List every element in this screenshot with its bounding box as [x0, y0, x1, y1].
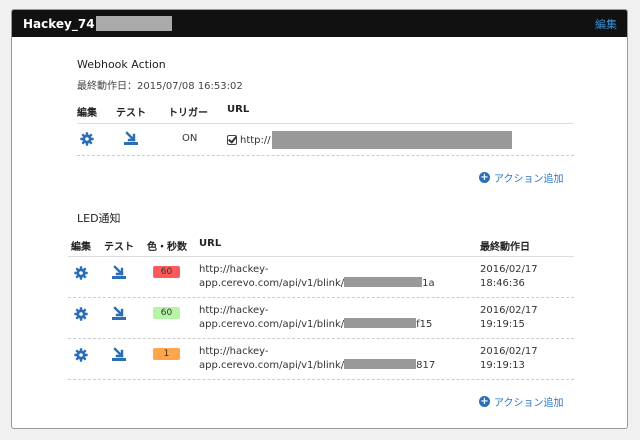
panel-header: Hackey_74 編集 [12, 10, 627, 37]
download-arrow-icon[interactable] [123, 130, 139, 146]
color-seconds-badge: 1 [153, 348, 180, 360]
redacted-block [344, 359, 417, 369]
led-last-run-date: 2016/02/17 [480, 305, 538, 316]
gear-icon[interactable] [74, 266, 88, 280]
gear-icon[interactable] [74, 348, 88, 362]
led-url-suffix: 1a [422, 278, 435, 289]
led-url: http://hackey- app.cerevo.com/api/v1/bli… [199, 345, 435, 373]
led-url-suffix: f15 [416, 319, 433, 330]
gear-icon[interactable] [74, 307, 88, 321]
download-arrow-icon[interactable] [111, 346, 127, 362]
divider [68, 338, 574, 339]
divider [77, 123, 574, 124]
redacted-block [95, 16, 172, 31]
led-last-run: 2016/02/17 18:46:36 [480, 263, 538, 291]
divider [68, 379, 574, 380]
divider [68, 297, 574, 298]
led-last-run-date: 2016/02/17 [480, 346, 538, 357]
download-arrow-icon[interactable] [111, 305, 127, 321]
led-url-suffix: 817 [416, 360, 436, 371]
led-url-line1: http://hackey- [199, 305, 269, 316]
led-last-run-time: 19:19:13 [480, 360, 525, 371]
col-url: URL [199, 238, 222, 249]
col-test: テスト [104, 242, 134, 253]
led-url: http://hackey- app.cerevo.com/api/v1/bli… [199, 263, 435, 291]
led-last-run-date: 2016/02/17 [480, 264, 538, 275]
led-last-run-time: 18:46:36 [480, 278, 525, 289]
col-edit: 編集 [77, 108, 97, 119]
add-action-label: アクション追加 [494, 174, 564, 185]
device-title: Hackey_74 [23, 16, 172, 31]
add-action-label: アクション追加 [494, 398, 564, 409]
led-url-prefix: app.cerevo.com/api/v1/blink/ [199, 319, 345, 330]
led-url-line1: http://hackey- [199, 264, 269, 275]
edit-link[interactable]: 編集 [595, 16, 617, 32]
col-test: テスト [116, 108, 146, 119]
webhook-url: http:// [227, 131, 512, 149]
redacted-block [271, 131, 512, 149]
led-last-run: 2016/02/17 19:19:15 [480, 304, 538, 332]
plus-circle-icon: + [479, 396, 490, 407]
col-last-run: 最終動作日 [480, 242, 530, 253]
led-url-line1: http://hackey- [199, 346, 269, 357]
led-url-line2: app.cerevo.com/api/v1/blink/f15 [199, 318, 432, 332]
led-url-prefix: app.cerevo.com/api/v1/blink/ [199, 360, 345, 371]
gear-icon[interactable] [80, 132, 94, 146]
redacted-block [344, 277, 423, 287]
led-url: http://hackey- app.cerevo.com/api/v1/bli… [199, 304, 432, 332]
led-last-run-time: 19:19:15 [480, 319, 525, 330]
divider [68, 256, 574, 257]
color-seconds-badge: 60 [153, 266, 180, 278]
led-section-title: LED通知 [77, 212, 121, 225]
col-trigger: トリガー [168, 108, 208, 119]
led-url-line2: app.cerevo.com/api/v1/blink/1a [199, 277, 435, 291]
webhook-last-run: 最終動作日：2015/07/08 16:53:02 [77, 81, 243, 92]
divider [77, 155, 574, 156]
led-url-line2: app.cerevo.com/api/v1/blink/817 [199, 359, 435, 373]
plus-circle-icon: + [479, 172, 490, 183]
webhook-section-title: Webhook Action [77, 58, 166, 71]
trigger-status: ON [182, 133, 198, 144]
hackey-panel: Hackey_74 編集 Webhook Action 最終動作日：2015/0… [11, 9, 628, 429]
add-action-link[interactable]: + アクション追加 [479, 394, 564, 409]
download-arrow-icon[interactable] [111, 264, 127, 280]
col-color-seconds: 色・秒数 [147, 242, 187, 253]
checkbox-icon [227, 135, 237, 145]
led-last-run: 2016/02/17 19:19:13 [480, 345, 538, 373]
color-seconds-badge: 60 [153, 307, 180, 319]
col-edit: 編集 [71, 242, 91, 253]
add-action-link[interactable]: + アクション追加 [479, 170, 564, 185]
device-title-text: Hackey_74 [23, 16, 95, 31]
led-url-prefix: app.cerevo.com/api/v1/blink/ [199, 278, 345, 289]
webhook-url-text: http:// [240, 134, 271, 146]
redacted-block [344, 318, 417, 328]
col-url: URL [227, 104, 250, 115]
